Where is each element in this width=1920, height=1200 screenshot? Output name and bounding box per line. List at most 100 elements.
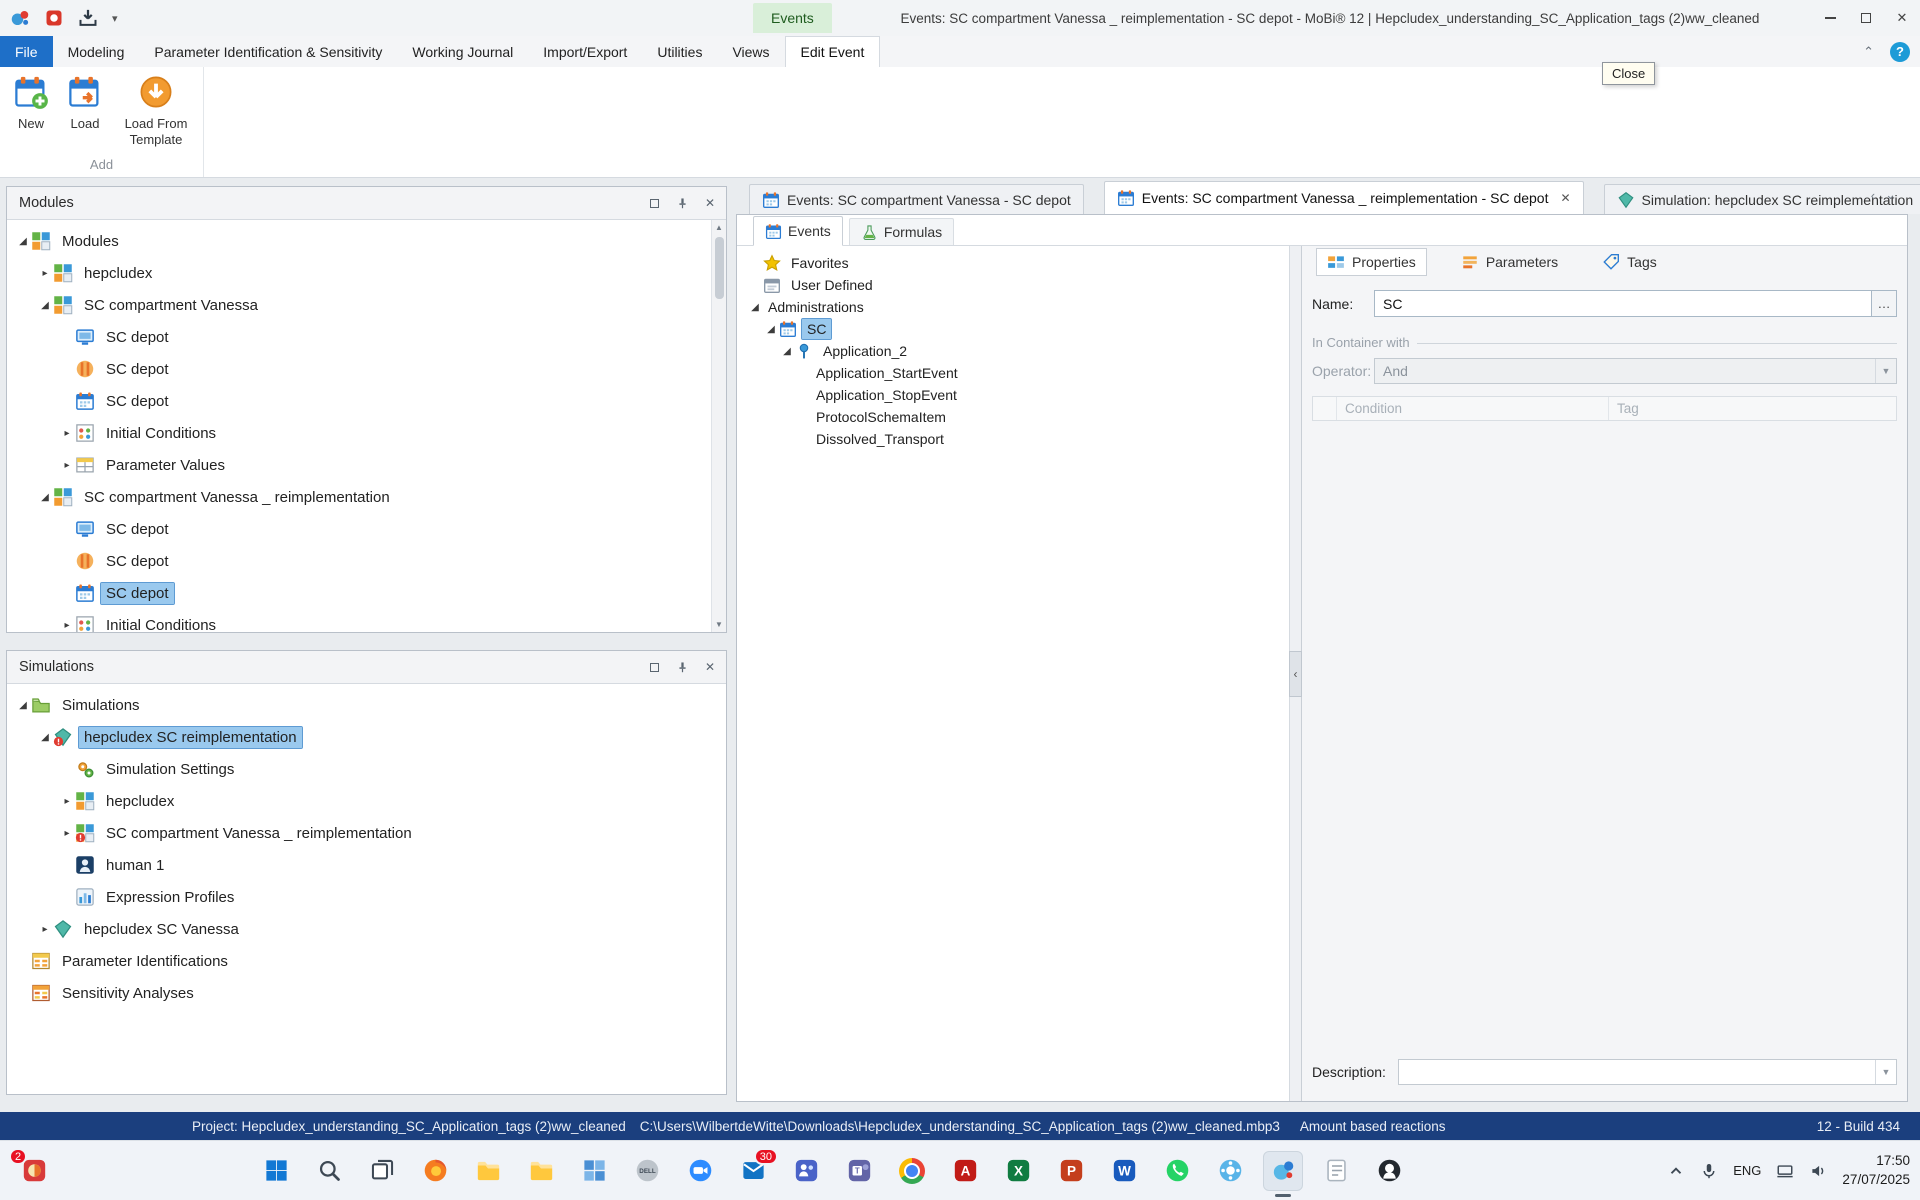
scroll-tabs-left-icon[interactable]: ‹ bbox=[1871, 188, 1875, 203]
tree-item-parameter-identifications[interactable]: Parameter Identifications bbox=[7, 945, 726, 977]
properties-tab-parameters[interactable]: Parameters bbox=[1451, 249, 1568, 275]
tree-item-application-startevent[interactable]: Application_StartEvent bbox=[743, 362, 1289, 384]
maximize-panel-icon[interactable] bbox=[646, 659, 662, 675]
expander-icon[interactable]: ▸ bbox=[59, 620, 75, 631]
tree-item-parameter-values[interactable]: ▸ Parameter Values bbox=[7, 449, 726, 481]
start-icon[interactable] bbox=[256, 1151, 296, 1191]
modules-scrollbar[interactable]: ▲ ▼ bbox=[711, 220, 726, 632]
operator-dropdown[interactable]: And ▼ bbox=[1374, 358, 1897, 384]
ribbon-tab-edit-event[interactable]: Edit Event bbox=[784, 36, 881, 67]
expander-icon[interactable]: ▸ bbox=[37, 268, 53, 279]
hidden-icons-chevron-icon[interactable] bbox=[1667, 1162, 1685, 1180]
document-tab-events-sc-compartment-vanessa-reimplementation-sc-depot[interactable]: Events: SC compartment Vanessa _ reimple… bbox=[1103, 181, 1584, 214]
collapse-ribbon-icon[interactable]: ⌃ bbox=[1863, 44, 1874, 60]
subtab-events[interactable]: Events bbox=[753, 216, 843, 246]
tree-item-sc-compartment-vanessa[interactable]: ◢ SC compartment Vanessa bbox=[7, 289, 726, 321]
scrollbar-thumb[interactable] bbox=[714, 237, 724, 299]
tab-list-icon[interactable]: ⌄ bbox=[1885, 187, 1896, 203]
tree-item-sc-depot[interactable]: SC depot bbox=[7, 513, 726, 545]
expander-icon[interactable]: ◢ bbox=[15, 236, 31, 247]
excel-icon[interactable]: X bbox=[998, 1151, 1038, 1191]
expander-icon[interactable]: ▸ bbox=[37, 924, 53, 935]
ribbon-tab-file[interactable]: File bbox=[0, 36, 53, 67]
condition-column-header[interactable]: Condition bbox=[1337, 397, 1609, 420]
chrome-icon[interactable] bbox=[892, 1151, 932, 1191]
office-hub-icon[interactable] bbox=[574, 1151, 614, 1191]
scroll-up-icon[interactable]: ▲ bbox=[715, 220, 723, 235]
ribbon-button-load[interactable]: Load bbox=[62, 74, 108, 132]
tree-item-hepcludex-sc-reimplementation[interactable]: ◢ hepcludex SC reimplementation bbox=[7, 721, 726, 753]
expander-icon[interactable]: ◢ bbox=[763, 324, 779, 335]
expander-icon[interactable]: ▸ bbox=[59, 460, 75, 471]
task-view-icon[interactable] bbox=[362, 1151, 402, 1191]
expander-icon[interactable]: ◢ bbox=[37, 732, 53, 743]
tree-item-administrations[interactable]: ◢ Administrations bbox=[743, 296, 1289, 318]
close-panel-icon[interactable]: ✕ bbox=[702, 659, 718, 675]
dell-icon[interactable]: DELL bbox=[627, 1151, 667, 1191]
expander-icon[interactable]: ▸ bbox=[59, 828, 75, 839]
whatsapp-icon[interactable] bbox=[1157, 1151, 1197, 1191]
tree-item-modules[interactable]: ◢ Modules bbox=[7, 225, 726, 257]
qat-save-icon[interactable] bbox=[78, 8, 98, 28]
tree-item-user-defined[interactable]: User Defined bbox=[743, 274, 1289, 296]
ribbon-button-load-from-template[interactable]: Load From Template bbox=[116, 74, 196, 147]
outlook-icon[interactable]: 30 bbox=[733, 1147, 778, 1191]
tree-item-initial-conditions[interactable]: ▸ Initial Conditions bbox=[7, 609, 726, 632]
ribbon-tab-utilities[interactable]: Utilities bbox=[642, 36, 717, 67]
tree-item-sc-depot[interactable]: SC depot bbox=[7, 545, 726, 577]
pin-icon[interactable] bbox=[674, 195, 690, 211]
tree-item-simulation-settings[interactable]: Simulation Settings bbox=[7, 753, 726, 785]
close-tab-icon[interactable]: ✕ bbox=[1560, 191, 1570, 205]
help-icon[interactable]: ? bbox=[1890, 41, 1910, 62]
tree-item-hepcludex[interactable]: ▸ hepcludex bbox=[7, 785, 726, 817]
scroll-down-icon[interactable]: ▼ bbox=[715, 617, 723, 632]
name-input[interactable] bbox=[1374, 290, 1872, 317]
qat-dropdown-icon[interactable]: ▾ bbox=[112, 12, 118, 25]
minimize-button[interactable] bbox=[1812, 0, 1848, 36]
description-input[interactable]: ▼ bbox=[1398, 1059, 1897, 1085]
zoom-icon[interactable] bbox=[680, 1151, 720, 1191]
expander-icon[interactable]: ◢ bbox=[15, 700, 31, 711]
tree-item-hepcludex[interactable]: ▸ hepcludex bbox=[7, 257, 726, 289]
expander-icon[interactable]: ◢ bbox=[747, 302, 763, 313]
maximize-panel-icon[interactable] bbox=[646, 195, 662, 211]
acrobat-icon[interactable]: A bbox=[945, 1151, 985, 1191]
widgets-icon[interactable]: 2 bbox=[9, 1147, 54, 1191]
tree-item-protocolschemaitem[interactable]: ProtocolSchemaItem bbox=[743, 406, 1289, 428]
ribbon-tab-views[interactable]: Views bbox=[717, 36, 784, 67]
tree-item-application-stopevent[interactable]: Application_StopEvent bbox=[743, 384, 1289, 406]
search-icon[interactable] bbox=[309, 1151, 349, 1191]
ribbon-tab-working-journal[interactable]: Working Journal bbox=[397, 36, 528, 67]
tree-item-sc-compartment-vanessa-reimplementation[interactable]: ▸ SC compartment Vanessa _ reimplementati… bbox=[7, 817, 726, 849]
tree-item-application-2[interactable]: ◢ Application_2 bbox=[743, 340, 1289, 362]
tree-item-initial-conditions[interactable]: ▸ Initial Conditions bbox=[7, 417, 726, 449]
tree-item-sc-depot[interactable]: SC depot bbox=[7, 577, 726, 609]
clock[interactable]: 17:50 27/07/2025 bbox=[1842, 1152, 1910, 1188]
subtab-formulas[interactable]: Formulas bbox=[848, 218, 955, 245]
expander-icon[interactable]: ◢ bbox=[779, 346, 795, 357]
tree-item-sc-depot[interactable]: SC depot bbox=[7, 321, 726, 353]
teams-icon[interactable] bbox=[786, 1151, 826, 1191]
document-tab-events-sc-compartment-vanessa-sc-depot[interactable]: Events: SC compartment Vanessa - SC depo… bbox=[749, 184, 1084, 214]
touch-keyboard-icon[interactable] bbox=[1776, 1162, 1794, 1180]
ellipsis-button[interactable]: … bbox=[1872, 290, 1897, 317]
expander-icon[interactable]: ▸ bbox=[59, 428, 75, 439]
panel-splitter[interactable]: ‹ bbox=[1289, 246, 1302, 1101]
collapse-panel-icon[interactable]: ‹ bbox=[1289, 650, 1302, 697]
tree-item-simulations[interactable]: ◢ Simulations bbox=[7, 689, 726, 721]
language-indicator[interactable]: ENG bbox=[1733, 1163, 1761, 1178]
properties-tab-properties[interactable]: Properties bbox=[1316, 248, 1427, 276]
ribbon-tab-parameter-identification-sensitivity[interactable]: Parameter Identification & Sensitivity bbox=[139, 36, 397, 67]
pksim-icon[interactable] bbox=[1210, 1151, 1250, 1191]
expander-icon[interactable]: ▸ bbox=[59, 796, 75, 807]
teams-new-icon[interactable]: T bbox=[839, 1151, 879, 1191]
firefox-icon[interactable] bbox=[415, 1151, 455, 1191]
notepad-icon[interactable] bbox=[1316, 1151, 1356, 1191]
close-panel-icon[interactable]: ✕ bbox=[702, 195, 718, 211]
pin-icon[interactable] bbox=[674, 659, 690, 675]
tree-item-hepcludex-sc-vanessa[interactable]: ▸ hepcludex SC Vanessa bbox=[7, 913, 726, 945]
contextual-tab-group-label[interactable]: Events bbox=[753, 3, 832, 33]
expander-icon[interactable]: ◢ bbox=[37, 300, 53, 311]
tree-item-favorites[interactable]: Favorites bbox=[743, 252, 1289, 274]
tree-item-expression-profiles[interactable]: Expression Profiles bbox=[7, 881, 726, 913]
